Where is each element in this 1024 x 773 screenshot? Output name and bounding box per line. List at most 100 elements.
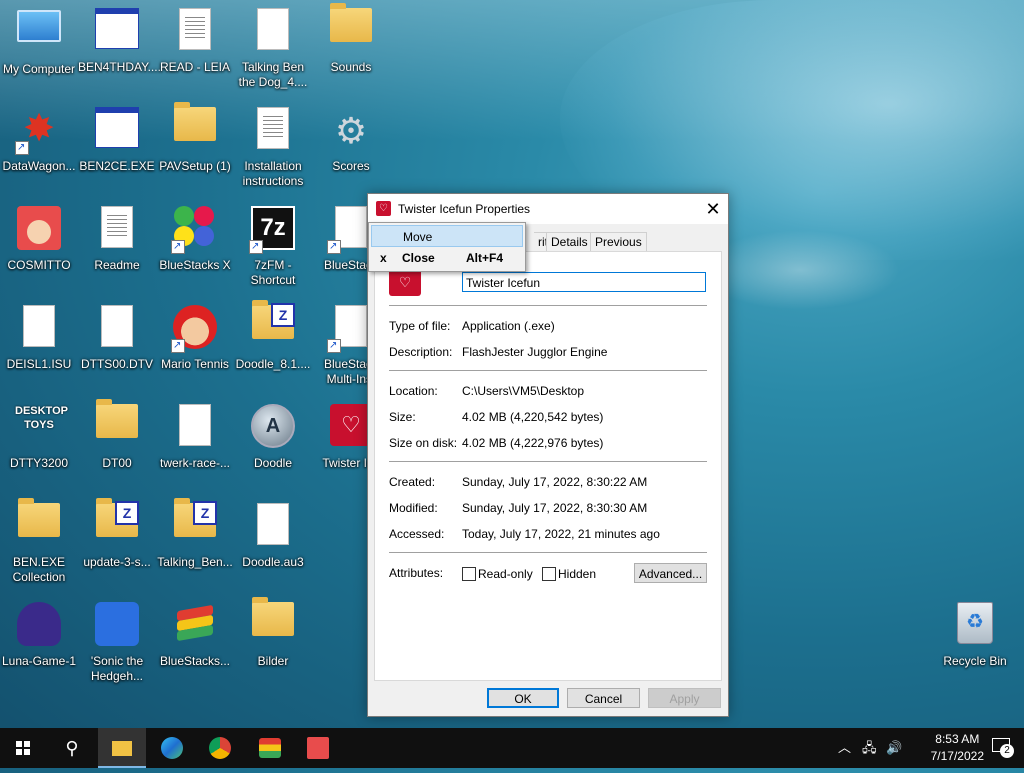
divider — [389, 370, 707, 371]
cancel-button[interactable]: Cancel — [567, 688, 640, 708]
taskbar-edge[interactable] — [148, 728, 196, 768]
desktop-item-doodle-zip[interactable]: Z Doodle_8.1.... — [234, 297, 312, 372]
desktop-item-mario-tennis[interactable]: Mario Tennis — [156, 297, 234, 372]
desktop-item-cosmitto[interactable]: COSMITTO — [0, 198, 78, 273]
desktop-item-7zfm[interactable]: 7z 7zFM - Shortcut — [234, 198, 312, 288]
network-icon[interactable]: 🖧 — [862, 728, 877, 768]
accessed-value: Today, July 17, 2022, 21 minutes ago — [462, 527, 660, 541]
desktop-item-bluestacks-x[interactable]: BlueStacks X — [156, 198, 234, 273]
description-value: FlashJester Jugglor Engine — [462, 345, 608, 359]
desktop-item-my-computer[interactable]: My Computer — [0, 0, 78, 77]
desktop-item-label: Talking Ben the Dog_4.... — [238, 60, 308, 89]
desktop-item-label: DTTS00.DTV — [80, 357, 153, 371]
desktop-item-doodle[interactable]: A Doodle — [234, 396, 312, 471]
computer-icon — [15, 10, 63, 58]
desktop-item-label: BlueStacks X — [159, 258, 231, 272]
desktop-item-label: Doodle — [253, 456, 293, 470]
desktop-item-label: COSMITTO — [7, 258, 71, 272]
desktop-item-ben4thday[interactable]: BEN4THDAY.... — [78, 0, 161, 75]
desktop-item-deisl1[interactable]: DEISL1.ISU — [0, 297, 78, 372]
desktop-item-dtts00[interactable]: DTTS00.DTV — [78, 297, 156, 372]
desktop-item-ben2ce[interactable]: BEN2CE.EXE — [78, 99, 156, 174]
taskbar-bluestacks[interactable] — [246, 728, 294, 768]
text-document-icon — [171, 8, 219, 56]
size-value: 4.02 MB (4,220,542 bytes) — [462, 410, 604, 424]
desktop-item-label: READ - LEIA — [159, 60, 231, 74]
apply-button[interactable]: Apply — [648, 688, 721, 708]
dialog-titlebar[interactable]: ♡ Twister Icefun Properties ✕ — [368, 194, 728, 224]
chrome-icon — [209, 737, 231, 759]
desktop-item-label: Luna-Game-1 — [1, 654, 77, 668]
desktop-item-scores[interactable]: ⚙ Scores — [312, 99, 390, 174]
chevron-up-icon[interactable]: ︿ — [838, 728, 851, 768]
search-icon: ⚲ — [65, 738, 79, 758]
cosmitto-icon — [15, 206, 63, 254]
zip-folder-icon: Z — [171, 498, 219, 551]
menu-item-close[interactable]: x Close Alt+F4 — [371, 247, 523, 269]
desktop-item-label: PAVSetup (1) — [159, 159, 231, 173]
desktop-item-label: Recycle Bin — [943, 654, 1007, 668]
ok-button[interactable]: OK — [487, 688, 559, 708]
created-label: Created: — [389, 475, 436, 489]
luna-icon — [15, 602, 63, 650]
desktop-item-readme[interactable]: Readme — [78, 198, 156, 273]
app-window-icon — [93, 107, 141, 155]
volume-icon[interactable]: 🔊 — [886, 728, 902, 768]
cosmitto-icon — [307, 737, 329, 759]
tab-details[interactable]: Details — [546, 232, 593, 251]
notification-button[interactable]: 2 — [992, 736, 1014, 758]
readonly-checkbox[interactable] — [462, 567, 476, 581]
advanced-button[interactable]: Advanced... — [634, 563, 707, 583]
desktop-item-sounds[interactable]: Sounds — [312, 0, 390, 75]
hidden-checkbox[interactable] — [542, 567, 556, 581]
size-label: Size: — [389, 410, 416, 424]
desktop-item-luna-game[interactable]: Luna-Game-1 — [0, 594, 78, 669]
pinwheel-icon — [171, 206, 219, 254]
size-on-disk-value: 4.02 MB (4,222,976 bytes) — [462, 436, 604, 450]
desktop-item-talking-ben-file[interactable]: Talking Ben the Dog_4.... — [234, 0, 312, 90]
desktop-item-dt00[interactable]: DT00 — [78, 396, 156, 471]
desktop-item-bluestacks[interactable]: BlueStacks... — [156, 594, 234, 669]
desktop-item-label: update-3-s... — [83, 555, 151, 569]
taskbar-chrome[interactable] — [196, 728, 244, 768]
divider — [389, 305, 707, 306]
search-button[interactable]: ⚲ — [48, 728, 96, 768]
size-on-disk-label: Size on disk: — [389, 436, 458, 450]
desktop-item-doodle-au3[interactable]: Doodle.au3 — [234, 495, 312, 570]
desktop-item-twerk-race[interactable]: twerk-race-... — [156, 396, 234, 471]
desktop-item-label: Bilder — [257, 654, 289, 668]
desktop-item-update-3[interactable]: Z update-3-s... — [78, 495, 156, 570]
desktop-item-label: BEN2CE.EXE — [79, 159, 155, 173]
desktop-item-datawagon[interactable]: ✸ DataWagon... — [0, 99, 78, 174]
desktop-item-bilder[interactable]: Bilder — [234, 594, 312, 669]
file-name-input[interactable]: Twister Icefun — [462, 272, 706, 292]
windows-logo-icon — [16, 741, 30, 755]
desktop-item-recycle-bin[interactable]: ♻ Recycle Bin — [936, 594, 1014, 669]
desktop-item-label: BEN.EXE Collection — [12, 555, 66, 584]
clock[interactable]: 8:53 AM 7/17/2022 — [931, 731, 984, 765]
7zip-icon: 7z — [249, 206, 297, 254]
taskbar-cosmitto[interactable] — [294, 728, 342, 768]
desktop-item-talking-ben-zip[interactable]: Z Talking_Ben... — [156, 495, 234, 570]
close-button[interactable]: ✕ — [698, 194, 728, 224]
bluestacks-icon — [259, 738, 281, 758]
menu-item-label: Move — [403, 230, 433, 244]
desktop-item-pavsetup[interactable]: PAVSetup (1) — [156, 99, 234, 174]
taskbar-file-explorer[interactable] — [98, 728, 146, 768]
desktop-item-read-leia[interactable]: READ - LEIA — [156, 0, 234, 75]
desktop-item-sonic[interactable]: 'Sonic the Hedgeh... — [78, 594, 156, 684]
menu-item-move[interactable]: Move — [371, 225, 523, 247]
folder-icon — [171, 102, 219, 155]
document-icon — [171, 404, 219, 452]
desktop-item-ben-exe-collection[interactable]: BEN.EXE Collection — [0, 495, 78, 585]
folder-icon — [249, 597, 297, 650]
desktop-item-label: Doodle_8.1.... — [235, 357, 311, 371]
tab-previous-versions[interactable]: Previous Versions — [590, 232, 647, 267]
start-button[interactable] — [0, 728, 48, 768]
desktop-item-label: 'Sonic the Hedgeh... — [90, 654, 144, 683]
desktop-item-dtty3200[interactable]: DESKTOP TOYS DTTY3200 — [0, 396, 78, 471]
desktop-item-label: BEN4THDAY.... — [78, 60, 161, 74]
desktop-item-label: 7zFM - Shortcut — [250, 258, 296, 287]
menu-item-shortcut: Alt+F4 — [466, 251, 504, 265]
desktop-item-installation-instructions[interactable]: Installation instructions — [234, 99, 312, 189]
